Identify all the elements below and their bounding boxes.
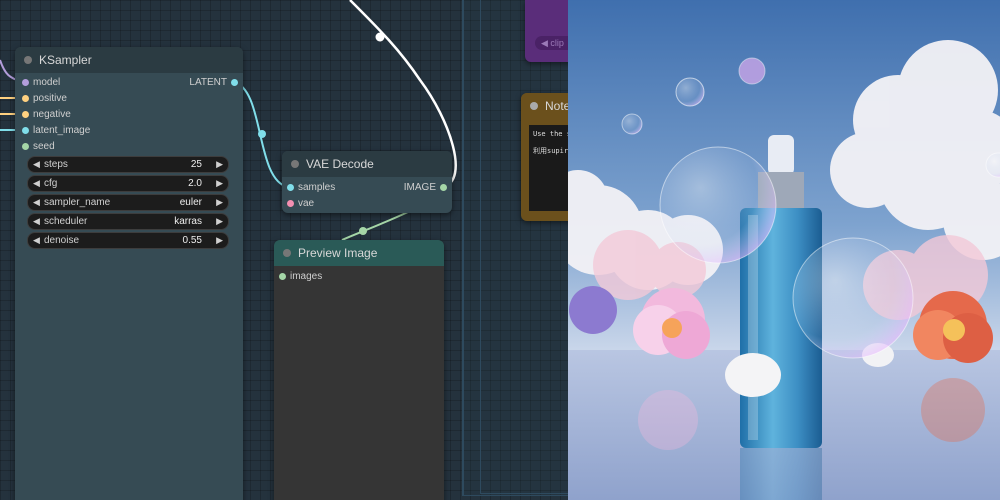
note-node[interactable]: Note Use the s 利用supir	[521, 93, 568, 221]
note-title: Note	[545, 99, 568, 113]
preview-input-images[interactable]: images	[279, 270, 322, 284]
note-line-1: Use the s	[533, 130, 568, 138]
wire-image-preview-midpoint	[359, 227, 367, 235]
widget-label: scheduler	[44, 216, 88, 227]
ksampler-input-positive[interactable]: positive	[22, 92, 67, 106]
ksampler-node[interactable]: KSampler model positive negative latent_…	[15, 47, 243, 500]
increment-icon[interactable]: ▶	[216, 176, 223, 191]
seed-pin[interactable]	[22, 143, 29, 150]
cfg-widget[interactable]: ◀ cfg 2.0 ▶	[27, 175, 229, 192]
sampler-name-widget[interactable]: ◀ sampler_name euler ▶	[27, 194, 229, 211]
widget-value: karras	[174, 216, 202, 227]
latent-pin[interactable]	[22, 127, 29, 134]
generated-image-art	[568, 0, 1000, 500]
widget-value: 0.55	[182, 235, 202, 246]
image-output-pin[interactable]	[440, 184, 447, 191]
node-canvas[interactable]: ◀ clip Note Use the s 利用supir KSampler m…	[0, 0, 568, 500]
decrement-icon[interactable]: ◀	[33, 214, 40, 229]
preview-image-titlebar[interactable]: Preview Image	[274, 240, 444, 266]
positive-pin[interactable]	[22, 95, 29, 102]
slot-label: samples	[298, 182, 336, 193]
ksampler-output-latent[interactable]: LATENT	[189, 76, 238, 90]
scheduler-widget[interactable]: ◀ scheduler karras ▶	[27, 213, 229, 230]
vae-decode-node[interactable]: VAE Decode samples vae IMAGE	[282, 151, 452, 213]
decrement-icon[interactable]: ◀	[33, 195, 40, 210]
wire-latent-midpoint	[258, 130, 266, 138]
widget-label: denoise	[44, 235, 80, 246]
vae-decode-input-vae[interactable]: vae	[287, 197, 314, 211]
ksampler-title: KSampler	[39, 53, 92, 67]
vae-pin[interactable]	[287, 200, 294, 207]
widget-label: sampler_name	[44, 197, 111, 208]
vae-decode-output-image[interactable]: IMAGE	[404, 181, 447, 195]
decrement-icon[interactable]: ◀	[33, 176, 40, 191]
wire-image-preview	[341, 211, 409, 241]
vae-decode-collapse-dot[interactable]	[291, 160, 299, 168]
preview-image-title: Preview Image	[298, 246, 378, 260]
note-textarea[interactable]: Use the s 利用supir	[529, 125, 568, 211]
images-pin[interactable]	[279, 273, 286, 280]
widget-value: euler	[179, 197, 202, 208]
widget-value: 2.0	[188, 178, 202, 189]
ksampler-input-latent[interactable]: latent_image	[22, 124, 90, 138]
vae-decode-title: VAE Decode	[306, 157, 374, 171]
model-pin[interactable]	[22, 79, 29, 86]
widget-value: 25	[190, 159, 202, 170]
ksampler-input-negative[interactable]: negative	[22, 108, 71, 122]
purple-node-widget[interactable]: ◀ clip	[535, 36, 568, 50]
slot-label: images	[290, 271, 323, 282]
slot-label: LATENT	[189, 77, 227, 88]
ksampler-titlebar[interactable]: KSampler	[15, 47, 243, 73]
ksampler-collapse-dot[interactable]	[24, 56, 32, 64]
slot-label: seed	[33, 141, 55, 152]
decrement-icon[interactable]: ◀	[33, 157, 40, 172]
note-collapse-dot[interactable]	[530, 102, 538, 110]
widget-label: cfg	[44, 178, 58, 189]
slot-label: model	[33, 77, 61, 88]
preview-image-node[interactable]: Preview Image images	[274, 240, 444, 500]
widget-label: steps	[44, 159, 68, 170]
increment-icon[interactable]: ▶	[216, 233, 223, 248]
vae-decode-titlebar[interactable]: VAE Decode	[282, 151, 452, 177]
slot-label: vae	[298, 198, 315, 209]
samples-pin[interactable]	[287, 184, 294, 191]
wire-image-loop-midpoint	[375, 32, 385, 42]
latent-output-pin[interactable]	[231, 79, 238, 86]
increment-icon[interactable]: ▶	[216, 157, 223, 172]
increment-icon[interactable]: ▶	[216, 214, 223, 229]
preview-collapse-dot[interactable]	[283, 249, 291, 257]
generated-image	[568, 0, 1000, 500]
negative-pin[interactable]	[22, 111, 29, 118]
steps-widget[interactable]: ◀ steps 25 ▶	[27, 156, 229, 173]
slot-label: positive	[33, 93, 67, 104]
increment-icon[interactable]: ▶	[216, 195, 223, 210]
slot-label: negative	[33, 109, 71, 120]
vae-decode-input-samples[interactable]: samples	[287, 181, 335, 195]
slot-label: IMAGE	[403, 182, 436, 193]
decrement-icon[interactable]: ◀	[33, 233, 40, 248]
note-line-2: 利用supir	[533, 147, 568, 155]
purple-node[interactable]: ◀ clip	[525, 0, 568, 62]
denoise-widget[interactable]: ◀ denoise 0.55 ▶	[27, 232, 229, 249]
ksampler-input-seed[interactable]: seed	[22, 140, 55, 154]
slot-label: latent_image	[33, 125, 91, 136]
ksampler-input-model[interactable]: model	[22, 76, 60, 90]
